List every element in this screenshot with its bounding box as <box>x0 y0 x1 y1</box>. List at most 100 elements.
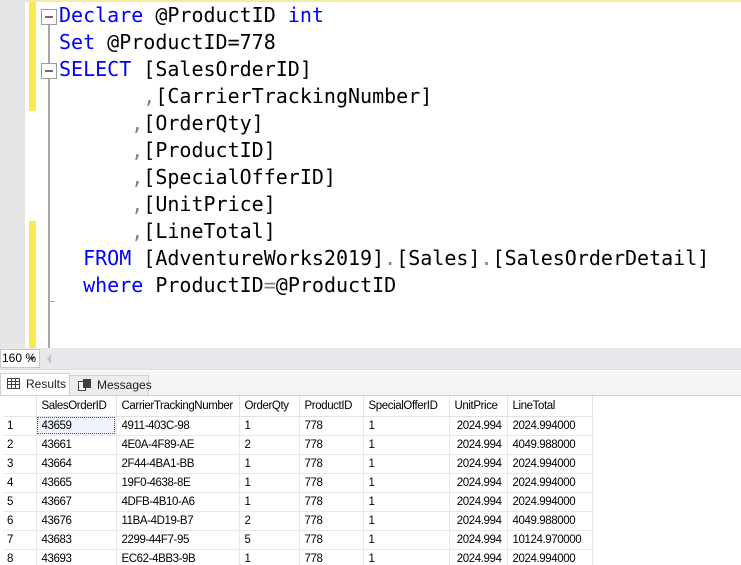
cell-salesorderid[interactable]: 43667 <box>36 492 117 512</box>
cell-linetotal[interactable]: 4049.988000 <box>507 435 593 455</box>
sql-code[interactable]: Declare @ProductID int Set @ProductID=778… <box>59 2 709 299</box>
cell-productid[interactable]: 778 <box>299 530 364 550</box>
cell-productid[interactable]: 778 <box>299 473 364 493</box>
row-number[interactable]: 2 <box>3 435 37 455</box>
cell-unitprice[interactable]: 2024.994 <box>449 416 508 436</box>
collapse-icon[interactable] <box>41 9 57 25</box>
cell-carriertrackingnumber[interactable]: 2F44-4BA1-BB <box>116 454 240 474</box>
cell-salesorderid[interactable]: 43683 <box>36 530 117 550</box>
cell-carriertrackingnumber[interactable]: EC62-4BB3-9B <box>116 549 240 565</box>
cell-carriertrackingnumber[interactable]: 4DFB-4B10-A6 <box>116 492 240 512</box>
cell-salesorderid[interactable]: 43659 <box>36 416 117 436</box>
cell-carriertrackingnumber[interactable]: 4911-403C-98 <box>116 416 240 436</box>
cell-carriertrackingnumber[interactable]: 11BA-4D19-B7 <box>116 511 240 531</box>
cell-linetotal[interactable]: 2024.994000 <box>507 492 593 512</box>
cell-linetotal[interactable]: 2024.994000 <box>507 473 593 493</box>
table-row[interactable]: 8 43693 EC62-4BB3-9B 1 778 1 2024.994 2024.9940… <box>3 549 593 565</box>
cell-productid[interactable]: 778 <box>299 549 364 565</box>
cell-salesorderid[interactable]: 43693 <box>36 549 117 565</box>
chevron-down-icon[interactable] <box>29 357 35 361</box>
cell-specialofferid[interactable]: 1 <box>363 416 450 436</box>
cell-salesorderid[interactable]: 43661 <box>36 435 117 455</box>
code-line[interactable]: Set @ProductID=778 <box>59 29 709 56</box>
column-header[interactable]: SalesOrderID <box>36 396 117 417</box>
cell-salesorderid[interactable]: 43676 <box>36 511 117 531</box>
tab-messages[interactable]: Messages <box>70 375 152 395</box>
code-line[interactable]: ,[OrderQty] <box>59 110 709 137</box>
code-line[interactable]: ,[SpecialOfferID] <box>59 164 709 191</box>
code-line[interactable]: ,[ProductID] <box>59 137 709 164</box>
cell-specialofferid[interactable]: 1 <box>363 530 450 550</box>
cell-salesorderid[interactable]: 43664 <box>36 454 117 474</box>
row-number-header[interactable] <box>3 396 37 417</box>
cell-orderqty[interactable]: 5 <box>239 530 300 550</box>
cell-unitprice[interactable]: 2024.994 <box>449 530 508 550</box>
cell-productid[interactable]: 778 <box>299 511 364 531</box>
cell-carriertrackingnumber[interactable]: 19F0-4638-8E <box>116 473 240 493</box>
cell-specialofferid[interactable]: 1 <box>363 473 450 493</box>
cell-unitprice[interactable]: 2024.994 <box>449 511 508 531</box>
cell-specialofferid[interactable]: 1 <box>363 492 450 512</box>
code-line[interactable]: ,[CarrierTrackingNumber] <box>59 83 709 110</box>
cell-unitprice[interactable]: 2024.994 <box>449 454 508 474</box>
cell-productid[interactable]: 778 <box>299 435 364 455</box>
row-number[interactable]: 5 <box>3 492 37 512</box>
column-header[interactable]: ProductID <box>299 396 364 417</box>
cell-orderqty[interactable]: 2 <box>239 435 300 455</box>
cell-orderqty[interactable]: 2 <box>239 511 300 531</box>
code-line[interactable]: FROM [AdventureWorks2019].[Sales].[Sales… <box>59 245 709 272</box>
row-number[interactable]: 7 <box>3 530 37 550</box>
row-number[interactable]: 4 <box>3 473 37 493</box>
code-line[interactable]: SELECT [SalesOrderID] <box>59 56 709 83</box>
cell-orderqty[interactable]: 1 <box>239 416 300 436</box>
cell-specialofferid[interactable]: 1 <box>363 549 450 565</box>
cell-orderqty[interactable]: 1 <box>239 454 300 474</box>
code-line[interactable]: ,[LineTotal] <box>59 218 709 245</box>
table-row[interactable]: 4 43665 19F0-4638-8E 1 778 1 2024.994 2024.9940… <box>3 473 593 493</box>
cell-specialofferid[interactable]: 1 <box>363 511 450 531</box>
table-row[interactable]: 3 43664 2F44-4BA1-BB 1 778 1 2024.994 2024.9940… <box>3 454 593 474</box>
table-row[interactable]: 1 43659 4911-403C-98 1 778 1 2024.994 2024.9940… <box>3 416 593 436</box>
cell-linetotal[interactable]: 2024.994000 <box>507 454 593 474</box>
cell-unitprice[interactable]: 2024.994 <box>449 492 508 512</box>
row-number[interactable]: 8 <box>3 549 37 565</box>
cell-carriertrackingnumber[interactable]: 4E0A-4F89-AE <box>116 435 240 455</box>
table-row[interactable]: 2 43661 4E0A-4F89-AE 2 778 1 2024.994 4049.9880… <box>3 435 593 455</box>
cell-specialofferid[interactable]: 1 <box>363 454 450 474</box>
cell-salesorderid[interactable]: 43665 <box>36 473 117 493</box>
cell-unitprice[interactable]: 2024.994 <box>449 549 508 565</box>
row-number[interactable]: 1 <box>3 416 37 436</box>
cell-unitprice[interactable]: 2024.994 <box>449 435 508 455</box>
row-number[interactable]: 6 <box>3 511 37 531</box>
cell-linetotal[interactable]: 10124.970000 <box>507 530 593 550</box>
column-header[interactable]: OrderQty <box>239 396 300 417</box>
column-header[interactable]: SpecialOfferID <box>363 396 450 417</box>
cell-orderqty[interactable]: 1 <box>239 473 300 493</box>
cell-orderqty[interactable]: 1 <box>239 492 300 512</box>
cell-linetotal[interactable]: 4049.988000 <box>507 511 593 531</box>
cell-unitprice[interactable]: 2024.994 <box>449 473 508 493</box>
cell-linetotal[interactable]: 2024.994000 <box>507 549 593 565</box>
table-row[interactable]: 7 43683 2299-44F7-95 5 778 1 2024.994 10124.970… <box>3 530 593 550</box>
cell-linetotal[interactable]: 2024.994000 <box>507 416 593 436</box>
scroll-left-arrow-icon[interactable] <box>47 354 51 364</box>
cell-productid[interactable]: 778 <box>299 416 364 436</box>
column-header[interactable]: LineTotal <box>507 396 593 417</box>
collapse-icon[interactable] <box>41 63 57 79</box>
column-header[interactable]: UnitPrice <box>449 396 508 417</box>
tab-results[interactable]: Results <box>0 373 70 395</box>
column-header[interactable]: CarrierTrackingNumber <box>116 396 240 417</box>
code-line[interactable]: ,[UnitPrice] <box>59 191 709 218</box>
code-line[interactable]: where ProductID=@ProductID <box>59 272 709 299</box>
table-row[interactable]: 6 43676 11BA-4D19-B7 2 778 1 2024.994 4049.9880… <box>3 511 593 531</box>
row-number[interactable]: 3 <box>3 454 37 474</box>
cell-productid[interactable]: 778 <box>299 454 364 474</box>
query-editor[interactable]: Declare @ProductID int Set @ProductID=778… <box>0 0 741 348</box>
cell-carriertrackingnumber[interactable]: 2299-44F7-95 <box>116 530 240 550</box>
code-line[interactable]: Declare @ProductID int <box>59 2 709 29</box>
table-row[interactable]: 5 43667 4DFB-4B10-A6 1 778 1 2024.994 2024.9940… <box>3 492 593 512</box>
cell-specialofferid[interactable]: 1 <box>363 435 450 455</box>
cell-productid[interactable]: 778 <box>299 492 364 512</box>
cell-orderqty[interactable]: 1 <box>239 549 300 565</box>
zoom-dropdown[interactable]: 160 % <box>0 349 40 368</box>
